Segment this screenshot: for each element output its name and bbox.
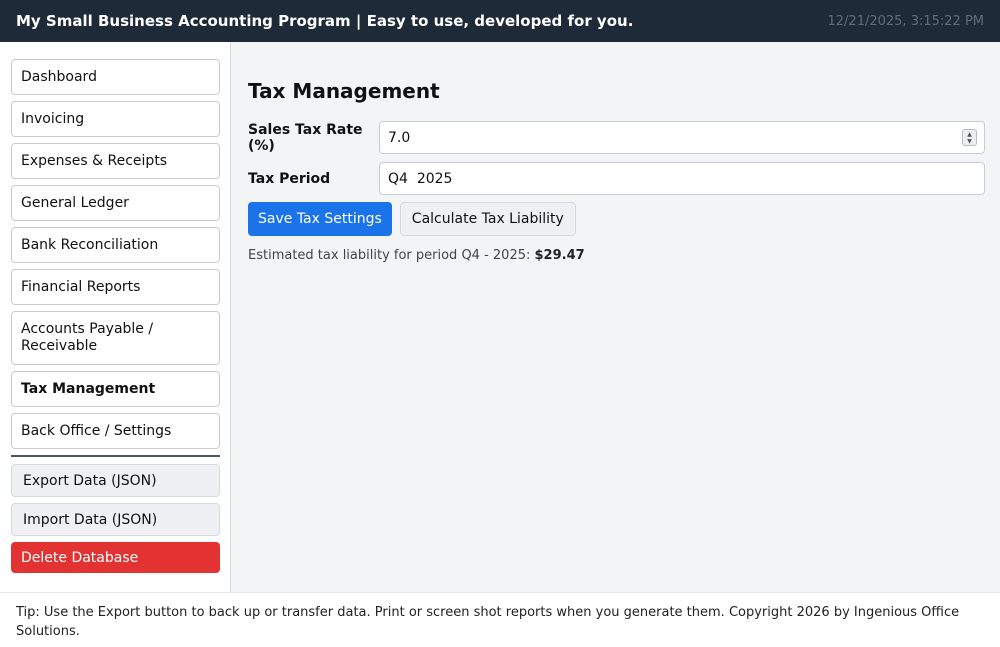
export-data-button[interactable]: Export Data (JSON) (11, 464, 220, 497)
sidebar-item-label: Back Office / Settings (21, 422, 172, 439)
sidebar-item-label: Financial Reports (21, 278, 141, 295)
delete-database-button[interactable]: Delete Database (11, 542, 220, 573)
sidebar-item-dashboard[interactable]: Dashboard (11, 59, 220, 95)
tax-period-label: Tax Period (248, 170, 331, 187)
sidebar-item-accounts-payable-receivable[interactable]: Accounts Payable / Receivable (11, 311, 220, 365)
app-header: My Small Business Accounting Program | E… (0, 0, 1000, 42)
sidebar-item-label: Dashboard (21, 68, 97, 85)
sidebar-item-general-ledger[interactable]: General Ledger (11, 185, 220, 221)
tax-period-input[interactable]: Q4 2025 (379, 162, 985, 195)
sales-tax-row: Sales Tax Rate (%) 7.0 ▲ ▼ (248, 121, 985, 154)
sidebar-item-expenses[interactable]: Expenses & Receipts (11, 143, 220, 179)
datetime-display: 12/21/2025, 3:15:22 PM (827, 13, 985, 29)
tax-period-row: Tax Period Q4 2025 (248, 162, 985, 195)
calculate-tax-liability-button[interactable]: Calculate Tax Liability (399, 202, 576, 236)
sidebar-item-label: General Ledger (21, 194, 129, 211)
tax-liability-result: Estimated tax liability for period Q4 - … (248, 248, 585, 263)
sidebar-item-invoicing[interactable]: Invoicing (11, 101, 220, 137)
sidebar-item-label: Bank Reconciliation (21, 236, 159, 253)
sidebar-item-back-office-settings[interactable]: Back Office / Settings (11, 413, 220, 449)
sidebar-item-tax-management[interactable]: Tax Management (11, 371, 220, 407)
app-title: My Small Business Accounting Program | E… (16, 12, 634, 30)
save-tax-settings-button[interactable]: Save Tax Settings (248, 202, 392, 236)
tax-actions: Save Tax Settings Calculate Tax Liabilit… (248, 202, 576, 236)
import-data-button[interactable]: Import Data (JSON) (11, 503, 220, 536)
sidebar-item-label: Invoicing (21, 110, 85, 127)
number-spinner-icon[interactable]: ▲ ▼ (962, 129, 977, 146)
tax-period-value: Q4 2025 (388, 170, 453, 187)
sidebar-item-label: Accounts Payable / Receivable (21, 321, 154, 354)
sidebar: Dashboard Invoicing Expenses & Receipts … (0, 42, 231, 592)
sidebar-item-bank-reconciliation[interactable]: Bank Reconciliation (11, 227, 220, 263)
tax-liability-amount: $29.47 (534, 248, 585, 263)
sidebar-item-label: Tax Management (21, 380, 156, 397)
page-title: Tax Management (248, 79, 440, 103)
sales-tax-input[interactable]: 7.0 ▲ ▼ (379, 121, 985, 154)
sales-tax-label: Sales Tax Rate (%) (248, 121, 363, 154)
sidebar-divider (11, 455, 220, 457)
sales-tax-value: 7.0 (388, 129, 411, 146)
sidebar-item-financial-reports[interactable]: Financial Reports (11, 269, 220, 305)
footer-tip: Tip: Use the Export button to back up or… (0, 592, 1000, 647)
tax-liability-text: Estimated tax liability for period Q4 - … (248, 248, 535, 263)
sidebar-item-label: Expenses & Receipts (21, 152, 168, 169)
main-content: Tax Management Sales Tax Rate (%) 7.0 ▲ ▼… (232, 42, 1000, 592)
